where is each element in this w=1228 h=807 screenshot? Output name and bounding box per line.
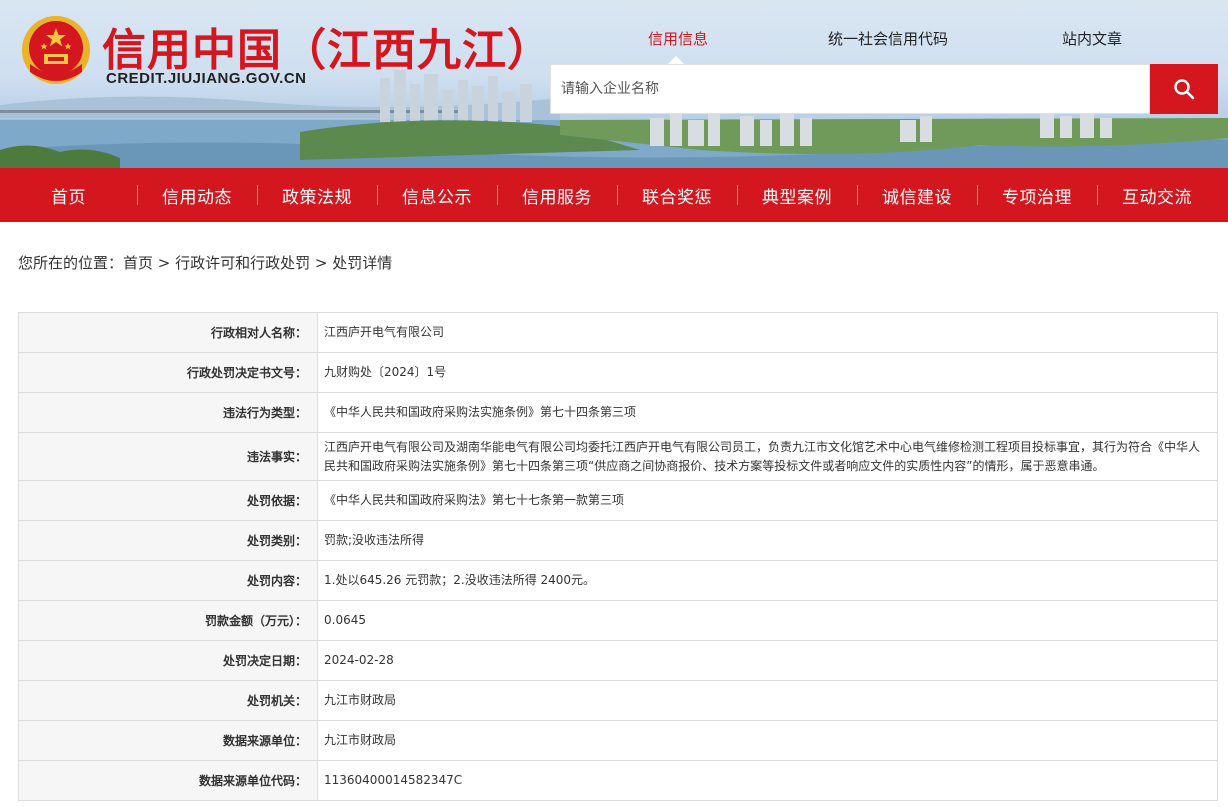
table-row: 数据来源单位代码： 11360400014582347C <box>18 760 1218 801</box>
row-label: 处罚内容： <box>18 560 318 601</box>
active-tab-pointer <box>668 56 684 64</box>
search-box <box>550 64 1150 114</box>
row-value: 江西庐开电气有限公司 <box>317 312 1218 353</box>
national-emblem-icon <box>22 16 90 84</box>
row-value: 罚款;没收违法所得 <box>317 520 1218 561</box>
row-label: 违法事实： <box>18 432 318 481</box>
nav-item-credit-news[interactable]: 信用动态 <box>137 183 257 208</box>
table-row: 违法行为类型： 《中华人民共和国政府采购法实施条例》第七十四条第三项 <box>18 392 1218 433</box>
row-label: 处罚依据： <box>18 480 318 521</box>
table-row: 处罚依据： 《中华人民共和国政府采购法》第七十七条第一款第三项 <box>18 480 1218 521</box>
row-label: 行政相对人名称： <box>18 312 318 353</box>
row-label: 违法行为类型： <box>18 392 318 433</box>
breadcrumb-current: 处罚详情 <box>332 254 393 272</box>
breadcrumb-licensing-penalty[interactable]: 行政许可和行政处罚 <box>175 254 310 272</box>
row-value: 0.0645 <box>317 600 1218 641</box>
search-icon <box>1174 79 1195 100</box>
site-url: CREDIT.JIUJIANG.GOV.CN <box>106 70 307 87</box>
nav-item-disclosure[interactable]: 信息公示 <box>377 183 497 208</box>
breadcrumb-separator: > <box>310 254 333 272</box>
table-row: 数据来源单位： 九江市财政局 <box>18 720 1218 761</box>
site-title[interactable]: 信用中国（江西九江） <box>102 14 552 78</box>
table-row: 处罚决定日期： 2024-02-28 <box>18 640 1218 681</box>
row-value: 11360400014582347C <box>317 760 1218 801</box>
search-tab-credit-info[interactable]: 信用信息 <box>648 28 708 49</box>
row-label: 数据来源单位： <box>18 720 318 761</box>
header-banner: 信用中国（江西九江） CREDIT.JIUJIANG.GOV.CN 信用信息 统… <box>0 0 1228 168</box>
table-row: 处罚类别： 罚款;没收违法所得 <box>18 520 1218 561</box>
nav-item-home[interactable]: 首页 <box>0 183 137 208</box>
breadcrumb: 您所在的位置：首页 > 行政许可和行政处罚 > 处罚详情 <box>18 252 392 273</box>
row-label: 处罚类别： <box>18 520 318 561</box>
table-row: 罚款金额（万元）： 0.0645 <box>18 600 1218 641</box>
row-value: 《中华人民共和国政府采购法》第七十七条第一款第三项 <box>317 480 1218 521</box>
breadcrumb-separator: > <box>153 254 176 272</box>
row-value: 九财购处〔2024〕1号 <box>317 352 1218 393</box>
row-label: 处罚机关： <box>18 680 318 721</box>
nav-item-typical-cases[interactable]: 典型案例 <box>737 183 857 208</box>
table-row: 处罚机关： 九江市财政局 <box>18 680 1218 721</box>
nav-item-interaction[interactable]: 互动交流 <box>1097 183 1217 208</box>
row-value: 《中华人民共和国政府采购法实施条例》第七十四条第三项 <box>317 392 1218 433</box>
search-input[interactable] <box>551 65 1149 113</box>
search-tab-credit-code[interactable]: 统一社会信用代码 <box>828 28 948 49</box>
row-label: 数据来源单位代码： <box>18 760 318 801</box>
row-label: 处罚决定日期： <box>18 640 318 681</box>
nav-item-policies[interactable]: 政策法规 <box>257 183 377 208</box>
nav-item-credit-service[interactable]: 信用服务 <box>497 183 617 208</box>
row-label: 行政处罚决定书文号： <box>18 352 318 393</box>
row-value: 1.处以645.26 元罚款；2.没收违法所得 2400元。 <box>317 560 1218 601</box>
main-nav: 首页 信用动态 政策法规 信息公示 信用服务 联合奖惩 典型案例 诚信建设 专项… <box>0 168 1228 222</box>
search-button[interactable] <box>1150 64 1218 114</box>
table-row: 行政处罚决定书文号： 九财购处〔2024〕1号 <box>18 352 1218 393</box>
nav-item-special-governance[interactable]: 专项治理 <box>977 183 1097 208</box>
row-value: 九江市财政局 <box>317 720 1218 761</box>
row-value: 江西庐开电气有限公司及湖南华能电气有限公司均委托江西庐开电气有限公司员工，负责九… <box>317 432 1218 481</box>
search-tab-site-articles[interactable]: 站内文章 <box>1062 28 1122 49</box>
row-value: 九江市财政局 <box>317 680 1218 721</box>
nav-item-joint-reward-punishment[interactable]: 联合奖惩 <box>617 183 737 208</box>
breadcrumb-home[interactable]: 首页 <box>123 254 153 272</box>
table-row: 违法事实： 江西庐开电气有限公司及湖南华能电气有限公司均委托江西庐开电气有限公司… <box>18 432 1218 481</box>
nav-item-integrity-building[interactable]: 诚信建设 <box>857 183 977 208</box>
table-row: 行政相对人名称： 江西庐开电气有限公司 <box>18 312 1218 353</box>
penalty-detail-table: 行政相对人名称： 江西庐开电气有限公司 行政处罚决定书文号： 九财购处〔2024… <box>18 312 1218 801</box>
row-label: 罚款金额（万元）： <box>18 600 318 641</box>
search-tabs: 信用信息 统一社会信用代码 站内文章 <box>550 28 1218 54</box>
row-value: 2024-02-28 <box>317 640 1218 681</box>
table-row: 处罚内容： 1.处以645.26 元罚款；2.没收违法所得 2400元。 <box>18 560 1218 601</box>
breadcrumb-prefix: 您所在的位置： <box>18 254 124 272</box>
